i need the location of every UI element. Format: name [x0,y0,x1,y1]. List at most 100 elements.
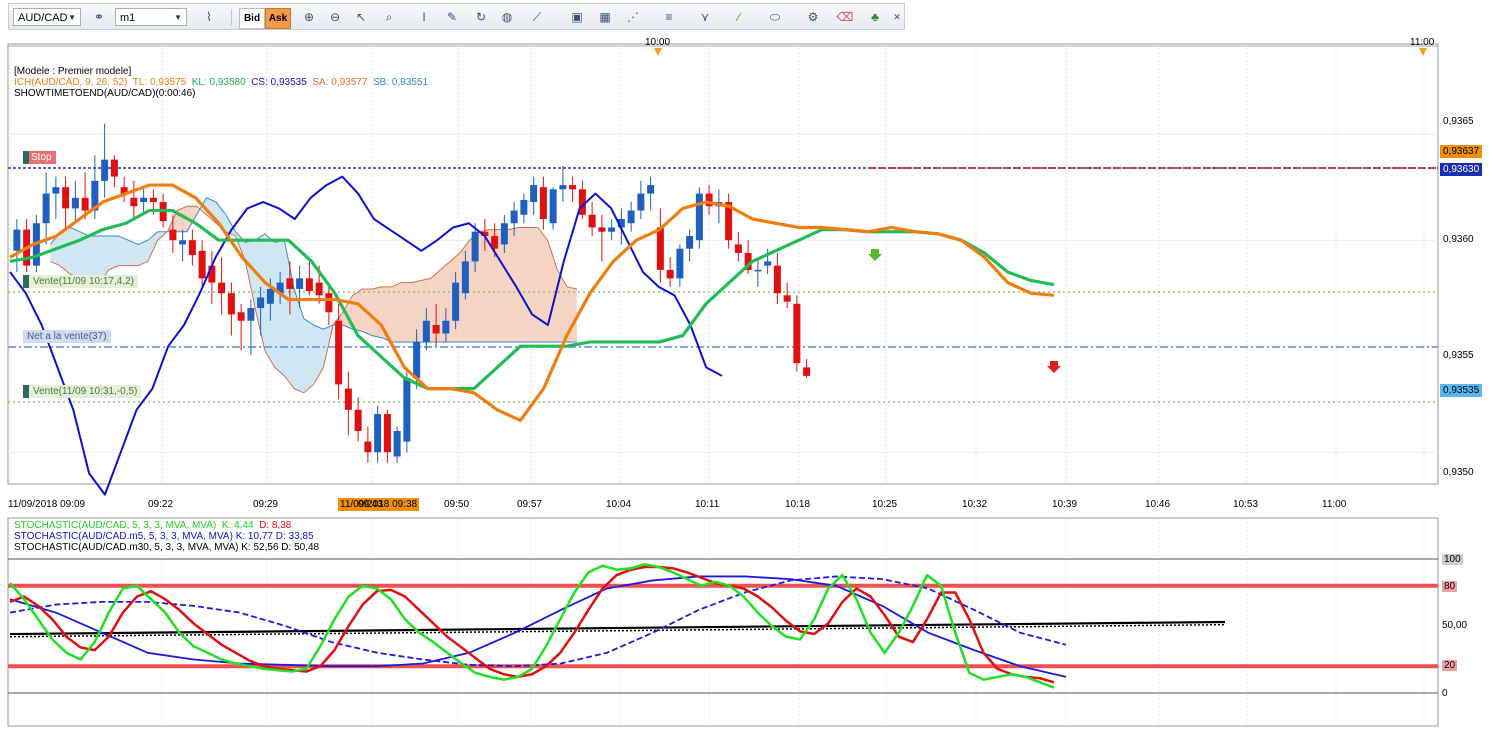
candle-body [315,282,323,296]
candle-body [510,210,518,224]
cloud-segment [498,229,509,342]
candle-body [325,293,333,313]
timer-label: SHOWTIMETOEND(AUD/CAD)(0:00:46) [14,88,196,99]
trade1-text: Vente(11/09 10:17,4,2) [33,276,135,287]
candle-body [393,431,401,457]
price-tick: 0,9350 [1443,467,1474,478]
ich-sa: SA: 0,93577 [312,77,368,88]
candle-body [549,189,557,224]
candle-body [266,288,274,304]
candle-body [598,227,606,232]
candle-body [461,261,469,294]
candle-body [422,320,430,342]
candle-body [686,235,694,249]
candle-body [13,229,21,251]
cs-price-tag: 0,93535 [1440,384,1483,397]
time-label: 09:43 [358,499,384,510]
cloud-segment [352,288,363,332]
candle-body [676,248,684,279]
candle-body [169,229,177,241]
stoch-tick: 50,00 [1442,620,1468,631]
price-tick: 0,9355 [1443,350,1474,361]
cloud-segment [411,280,421,342]
candle-body [578,189,586,215]
ich-tl: TL: 0,93575 [132,77,187,88]
candle-body [237,312,245,321]
candle-body [734,244,742,253]
candle-body [588,214,596,228]
candle-body [344,388,352,410]
stoch-m1-name: STOCHASTIC(AUD/CAD, 5, 3, 3, MVA, MVA) [14,520,217,531]
stoch-m1-legend: STOCHASTIC(AUD/CAD, 5, 3, 3, MVA, MVA) K… [14,520,291,531]
trade2-label[interactable]: Vente(11/09 10:31,-0,5) [23,385,142,398]
candle-body [559,185,567,190]
candle-body [335,320,343,385]
time-label: 09:22 [148,499,174,510]
model-label: [Modele : Premier modele] [14,66,132,77]
time-label: 10:04 [606,499,632,510]
candle-body [198,250,206,279]
candle-body [637,193,645,211]
ich-kl: KL: 0,93580 [191,77,246,88]
candle-body [569,185,577,190]
trade1-label[interactable]: Vente(11/09 10:17,4,2) [23,275,139,288]
time-label: 10:32 [962,499,988,510]
candle-body [140,197,148,203]
ich-cs: CS: 0,93535 [251,77,307,88]
stoch-tick: 80 [1442,581,1458,592]
candle-body [247,308,255,321]
ich-sb: SB: 0,93551 [372,77,429,88]
candle-body [520,199,528,215]
candle-body [666,269,674,279]
candle-body [500,223,508,245]
cloud-segment [372,286,382,338]
candle-body [101,159,109,181]
time-label: 11:00 [1322,499,1347,510]
top-time-label: 10:00 [645,37,671,48]
candle-body [286,278,294,289]
stoch-m5-legend: STOCHASTIC(AUD/CAD.m5, 5, 3, 3, MVA, MVA… [14,531,314,542]
cloud-segment [479,229,490,342]
top-time-label: 11:00 [1410,37,1435,48]
trade1-handle[interactable] [23,275,29,288]
price-tick: 0,9365 [1443,116,1474,127]
candle-body [452,282,460,321]
candle-body [179,240,187,245]
time-label: 09:29 [253,499,279,510]
stoch-m1-k: K: 4,44 [221,520,254,531]
candle-body [130,197,138,207]
candle-body [647,185,655,194]
candle-body [403,378,411,442]
stop-handle[interactable] [23,151,29,164]
candle-body [188,240,196,256]
candle-body [442,320,450,334]
candle-body [530,185,538,203]
cloud-segment [118,235,129,266]
candle-body [374,414,382,453]
time-label: 10:39 [1052,499,1078,510]
trade2-handle[interactable] [23,385,29,398]
time-label: 10:46 [1145,499,1171,510]
cloud-segment [274,240,285,376]
candle-body [354,409,362,431]
candle-body [803,367,811,376]
net-label[interactable]: Net a la vente(37) [23,330,111,343]
chart-canvas[interactable] [0,0,1493,730]
candle-body [783,295,791,302]
candle-body [218,282,226,294]
candle-body [539,187,547,219]
candle-body [62,187,70,209]
time-label: 09:57 [517,499,543,510]
time-label: 10:53 [1233,499,1259,510]
candle-body [364,441,372,453]
time-label: 10:18 [785,499,811,510]
candle-body [764,261,772,266]
current-price-tag: 0,93630 [1440,163,1483,176]
cloud-segment [108,235,119,270]
net-text: Net a la vente(37) [27,331,107,342]
candle-body [793,303,801,364]
ich-name: ICH(AUD/CAD, 9, 26, 52) [14,77,128,88]
time-label: 11/09/2018 09:09 [8,499,86,510]
candle-body [773,265,781,294]
cloud-segment [69,227,80,279]
